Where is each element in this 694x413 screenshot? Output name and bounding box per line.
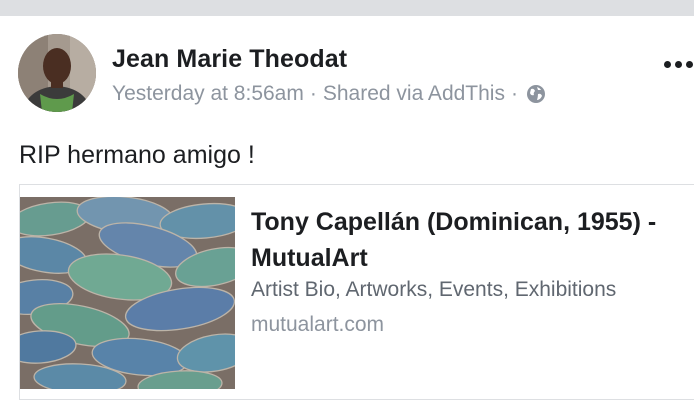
author-name[interactable]: Jean Marie Theodat	[112, 45, 347, 74]
meta-separator: ·	[309, 82, 317, 105]
dot	[664, 60, 671, 68]
link-preview-card[interactable]: Tony Capellán (Dominican, 1955) - Mutual…	[19, 184, 694, 400]
post-timestamp[interactable]: Yesterday at 8:56am	[112, 82, 304, 106]
dot	[675, 60, 682, 68]
shared-via-label[interactable]: Shared via AddThis	[323, 82, 505, 106]
top-divider-bar	[0, 0, 694, 16]
avatar[interactable]	[18, 34, 96, 112]
link-description: Artist Bio, Artworks, Events, Exhibition…	[251, 278, 617, 301]
link-title[interactable]: Tony Capellán (Dominican, 1955) - Mutual…	[251, 204, 691, 276]
avatar-photo	[18, 34, 96, 112]
meta-separator: ·	[510, 82, 518, 105]
post-text: RIP hermano amigo !	[19, 141, 255, 169]
dot	[686, 60, 693, 68]
more-options-icon[interactable]	[664, 52, 694, 76]
post-meta: Yesterday at 8:56am · Shared via AddThis…	[112, 82, 546, 106]
link-preview-image[interactable]	[20, 197, 235, 389]
globe-icon[interactable]	[526, 84, 546, 104]
link-domain: mutualart.com	[251, 313, 385, 336]
